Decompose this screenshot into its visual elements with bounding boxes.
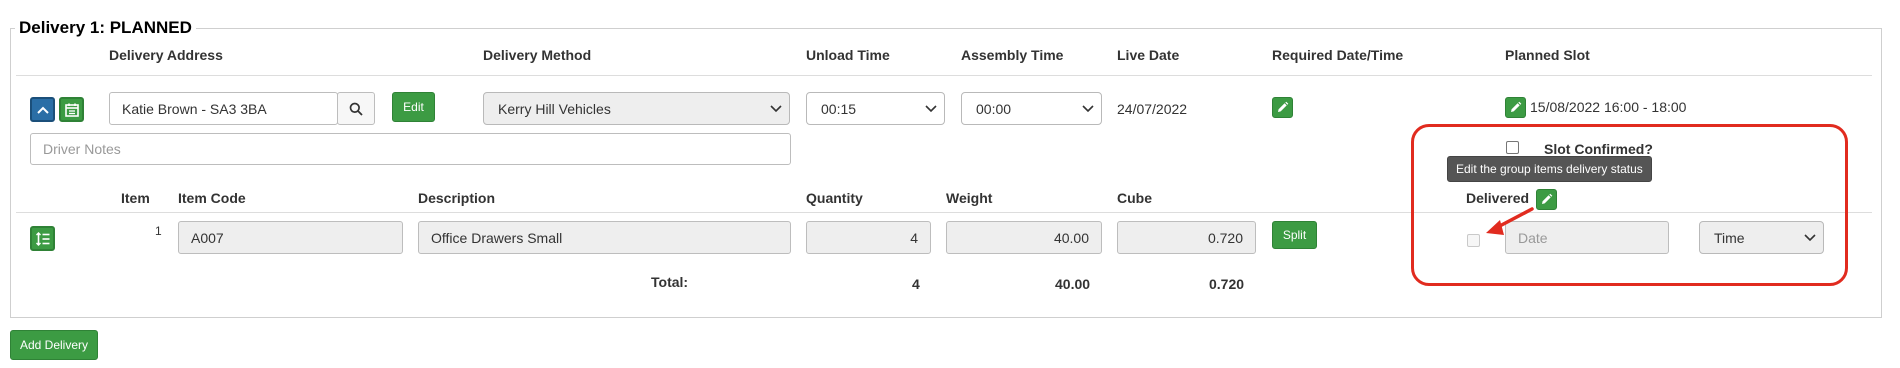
item-description-value: Office Drawers Small	[431, 229, 563, 246]
split-button[interactable]: Split	[1272, 221, 1317, 249]
unload-time-select[interactable]: 00:15	[806, 92, 945, 125]
assembly-time-value: 00:00	[976, 100, 1012, 117]
add-delivery-button[interactable]: Add Delivery	[10, 330, 98, 360]
header-required-date-time: Required Date/Time	[1272, 47, 1404, 63]
item-cube-field: 0.720	[1117, 221, 1256, 254]
planned-slot-value: 15/08/2022 16:00 - 18:00	[1530, 99, 1687, 115]
item-weight-value: 40.00	[1053, 229, 1089, 246]
item-group-button[interactable]	[30, 226, 55, 251]
header-delivery-method: Delivery Method	[483, 47, 592, 63]
item-code-field: A007	[178, 221, 403, 254]
delivery-method-select[interactable]: Kerry Hill Vehicles	[483, 92, 790, 125]
item-quantity-value: 4	[910, 229, 918, 246]
total-weight: 40.00	[1055, 276, 1091, 292]
item-quantity-field: 4	[806, 221, 931, 254]
pencil-icon	[1511, 101, 1522, 112]
calendar-icon	[64, 103, 79, 117]
header-planned-slot: Planned Slot	[1505, 47, 1590, 63]
planned-slot-edit-button[interactable]	[1505, 97, 1526, 118]
header-item: Item	[121, 190, 150, 206]
assembly-time-select[interactable]: 00:00	[961, 92, 1102, 125]
header-item-code: Item Code	[178, 190, 246, 206]
header-quantity: Quantity	[806, 190, 863, 206]
live-date-value: 24/07/2022	[1117, 101, 1188, 117]
header-divider	[16, 75, 1872, 76]
pencil-icon	[1278, 101, 1289, 112]
item-cube-value: 0.720	[1207, 229, 1243, 246]
calendar-button[interactable]	[59, 97, 84, 122]
header-live-date: Live Date	[1117, 47, 1180, 63]
edit-address-button[interactable]: Edit	[392, 92, 435, 122]
chevron-down-icon	[924, 102, 938, 116]
search-icon	[349, 102, 363, 116]
header-assembly-time: Assembly Time	[961, 47, 1064, 63]
collapse-button[interactable]	[30, 97, 55, 122]
total-cube: 0.720	[1209, 276, 1245, 292]
header-cube: Cube	[1117, 190, 1152, 206]
total-label: Total:	[651, 274, 689, 290]
item-code-value: A007	[191, 229, 224, 246]
item-description-field: Office Drawers Small	[418, 221, 791, 254]
delivery-legend: Delivery 1: PLANNED	[19, 18, 192, 37]
chevron-down-icon	[769, 102, 783, 116]
delivery-address-value: Katie Brown - SA3 3BA	[122, 100, 267, 117]
item-number: 1	[155, 224, 162, 238]
chevron-down-icon	[1081, 102, 1095, 116]
driver-notes-placeholder: Driver Notes	[43, 141, 121, 157]
delivery-address-field[interactable]: Katie Brown - SA3 3BA	[109, 92, 338, 125]
chevron-up-icon	[36, 106, 49, 114]
item-weight-field: 40.00	[946, 221, 1102, 254]
annotation-arrow-icon	[1486, 207, 1534, 235]
annotation-highlight-box	[1411, 124, 1848, 286]
header-unload-time: Unload Time	[806, 47, 890, 63]
required-date-edit-button[interactable]	[1272, 97, 1293, 118]
header-delivery-address: Delivery Address	[109, 47, 223, 63]
header-description: Description	[418, 190, 496, 206]
unload-time-value: 00:15	[821, 100, 857, 117]
list-height-icon	[35, 231, 49, 246]
address-search-button[interactable]	[337, 92, 375, 125]
delivery-method-value: Kerry Hill Vehicles	[498, 100, 611, 117]
header-weight: Weight	[946, 190, 993, 206]
driver-notes-field[interactable]: Driver Notes	[30, 133, 791, 165]
total-quantity: 4	[912, 276, 920, 292]
